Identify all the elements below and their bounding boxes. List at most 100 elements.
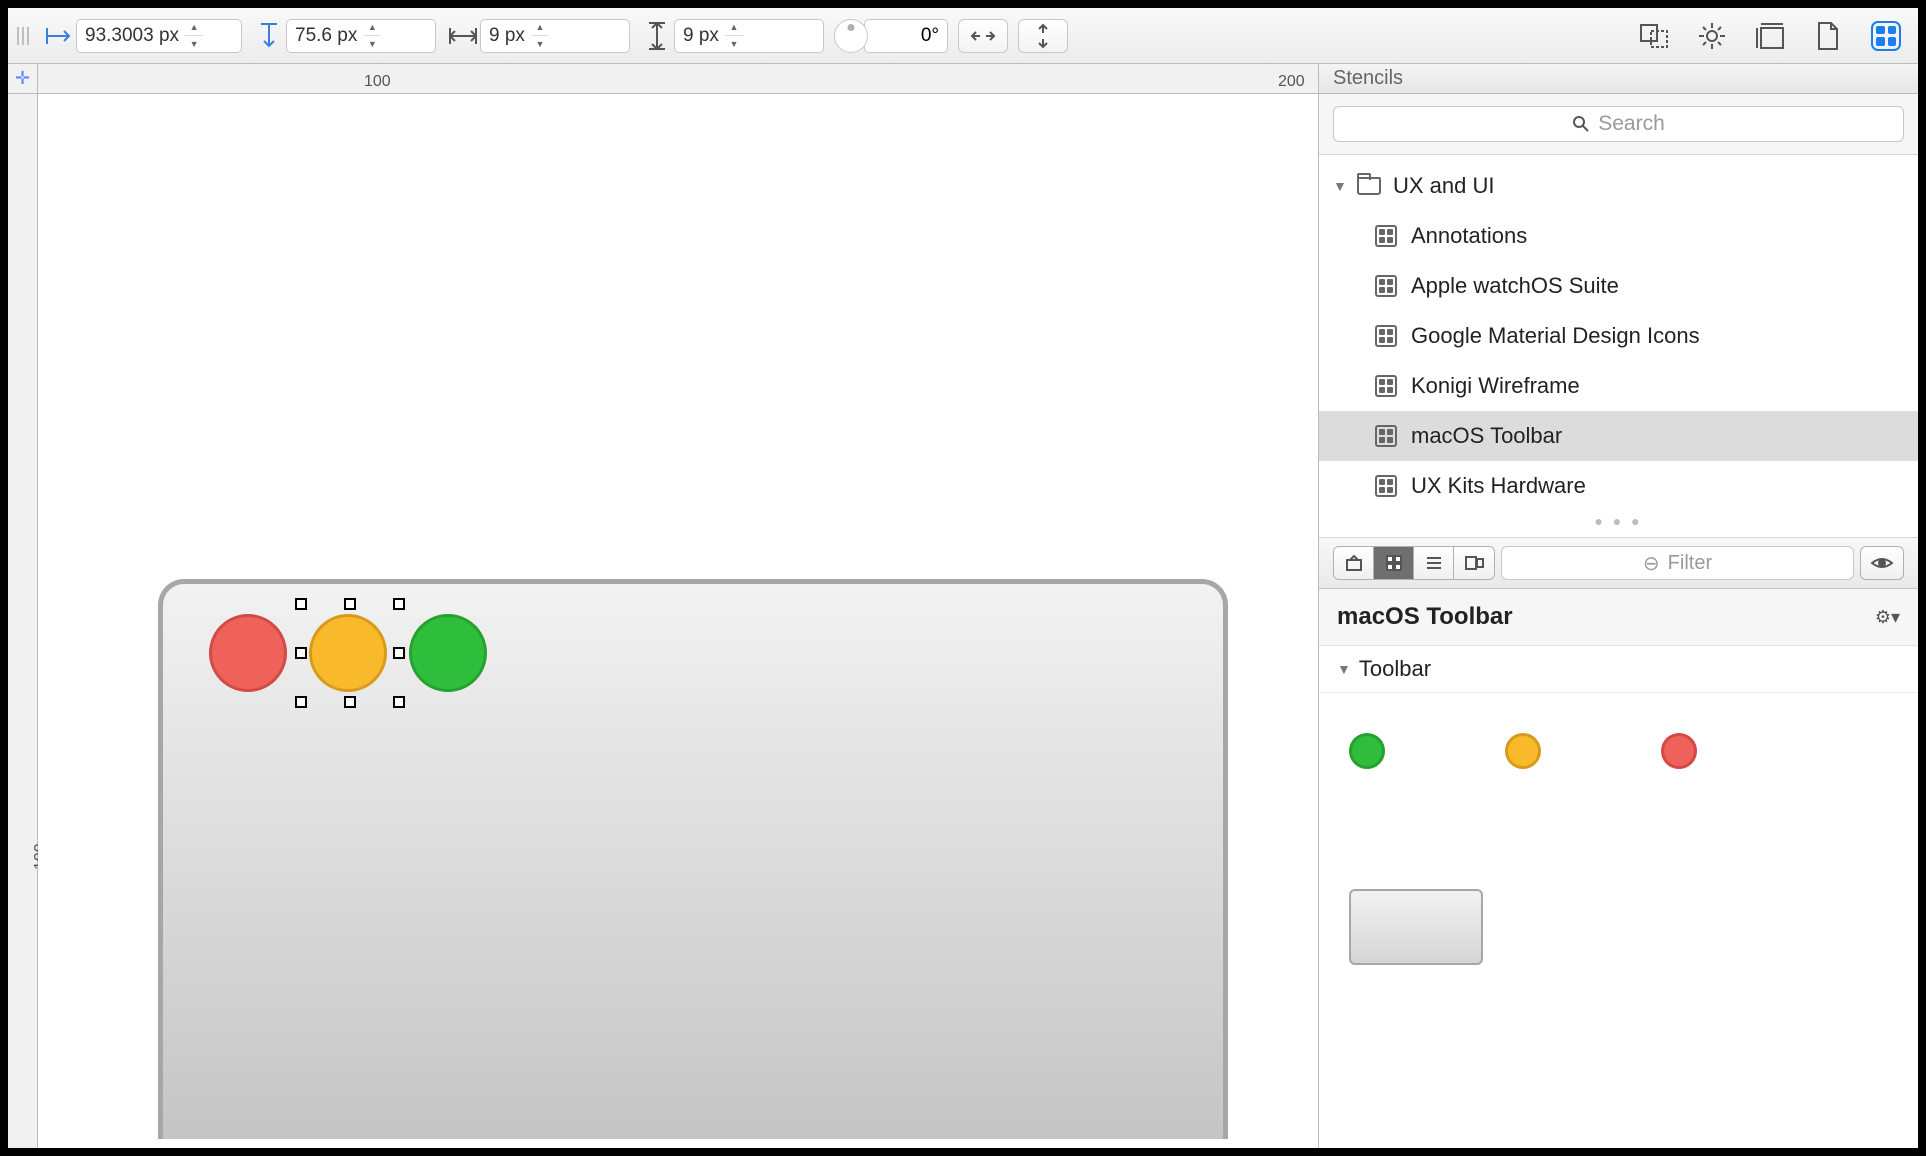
flip-vertical-button[interactable] <box>1018 19 1068 53</box>
view-list-button[interactable] <box>1414 547 1454 579</box>
stencil-red-circle[interactable] <box>1661 733 1697 769</box>
filter-icon: ⊖ <box>1643 551 1660 576</box>
selection-handles[interactable] <box>301 604 399 702</box>
x-input[interactable]: 93.3003 px ▲▼ <box>76 19 242 53</box>
resize-handle-e[interactable] <box>393 647 405 659</box>
x-arrow-icon <box>42 19 76 53</box>
canvas[interactable] <box>38 94 1318 1148</box>
tree-item[interactable]: Apple watchOS Suite <box>1319 261 1918 311</box>
stencil-settings-gear-icon[interactable]: ⚙︎▾ <box>1875 607 1900 628</box>
folder-icon <box>1357 177 1381 195</box>
horizontal-ruler[interactable]: 100 200 <box>38 64 1318 94</box>
height-stepper[interactable]: ▲▼ <box>725 20 743 52</box>
view-detail-button[interactable] <box>1454 547 1494 579</box>
stencil-toolbar-rect[interactable] <box>1349 889 1483 965</box>
resize-handle-nw[interactable] <box>295 598 307 610</box>
canvas-area: ✛ 100 200 100 <box>8 64 1318 1148</box>
rotation-value: 0° <box>921 25 939 47</box>
stencil-icon <box>1375 275 1397 297</box>
height-field: 9 px ▲▼ <box>640 19 824 53</box>
x-stepper[interactable]: ▲▼ <box>185 20 203 52</box>
stencil-section: ▼ Toolbar <box>1319 646 1918 1148</box>
properties-gear-icon[interactable] <box>1692 16 1732 56</box>
view-grid-button[interactable] <box>1374 547 1414 579</box>
preview-toggle-button[interactable] <box>1860 546 1904 580</box>
y-position-field: 75.6 px ▲▼ <box>252 19 436 53</box>
stencil-icon <box>1375 375 1397 397</box>
width-input[interactable]: 9 px ▲▼ <box>480 19 630 53</box>
y-stepper[interactable]: ▲▼ <box>363 20 381 52</box>
tree-item-label: Apple watchOS Suite <box>1411 273 1619 299</box>
zoom-traffic-light[interactable] <box>409 614 487 692</box>
resize-handle-s[interactable] <box>344 696 356 708</box>
resize-handle-se[interactable] <box>393 696 405 708</box>
stencil-green-circle[interactable] <box>1349 733 1385 769</box>
tree-folder-ux-ui[interactable]: ▼ UX and UI <box>1319 161 1918 211</box>
stencil-icon <box>1375 475 1397 497</box>
stencil-icon <box>1375 325 1397 347</box>
sidebar-title: Stencils <box>1319 64 1918 94</box>
stencil-icon <box>1375 425 1397 447</box>
vertical-ruler[interactable]: 100 <box>8 94 38 1148</box>
x-value: 93.3003 px <box>85 25 179 47</box>
height-icon <box>640 19 674 53</box>
tree-item-label: Google Material Design Icons <box>1411 323 1700 349</box>
y-arrow-icon <box>252 19 286 53</box>
stencils-grid-icon[interactable] <box>1866 16 1906 56</box>
tree-item[interactable]: Annotations <box>1319 211 1918 261</box>
tree-item[interactable]: UX Kits Hardware <box>1319 461 1918 511</box>
filter-placeholder: Filter <box>1668 552 1712 575</box>
tree-item[interactable]: Konigi Wireframe <box>1319 361 1918 411</box>
ruler-h-tick: 100 <box>364 73 391 91</box>
inspector-tabs <box>1634 16 1912 56</box>
width-icon <box>446 19 480 53</box>
disclosure-triangle-icon[interactable]: ▼ <box>1337 661 1351 677</box>
stencils-sidebar: Stencils Search ▼ UX and UI Annotations A… <box>1318 64 1918 1148</box>
resize-handle-w[interactable] <box>295 647 307 659</box>
tree-item-label: Konigi Wireframe <box>1411 373 1580 399</box>
y-value: 75.6 px <box>295 25 357 47</box>
stencil-title: macOS Toolbar <box>1337 603 1513 631</box>
resize-handle-sw[interactable] <box>295 696 307 708</box>
view-favorites-button[interactable] <box>1334 547 1374 579</box>
stencil-yellow-circle[interactable] <box>1505 733 1541 769</box>
close-traffic-light[interactable] <box>209 614 287 692</box>
rotation-input[interactable]: 0° <box>864 19 948 53</box>
y-input[interactable]: 75.6 px ▲▼ <box>286 19 436 53</box>
stencil-title-bar: macOS Toolbar ⚙︎▾ <box>1319 589 1918 646</box>
tree-item-label: macOS Toolbar <box>1411 423 1562 449</box>
tree-item[interactable]: Google Material Design Icons <box>1319 311 1918 361</box>
width-field: 9 px ▲▼ <box>446 19 630 53</box>
section-name: Toolbar <box>1359 656 1431 682</box>
disclosure-triangle-icon[interactable]: ▼ <box>1333 178 1351 194</box>
resize-handle-ne[interactable] <box>393 598 405 610</box>
stencil-icon <box>1375 225 1397 247</box>
stencil-filter-input[interactable]: ⊖ Filter <box>1501 546 1854 580</box>
view-mode-segment <box>1333 546 1495 580</box>
height-value: 9 px <box>683 25 719 47</box>
stencil-filter-bar: ⊖ Filter <box>1319 538 1918 589</box>
tree-item[interactable]: macOS Toolbar <box>1319 411 1918 461</box>
folder-label: UX and UI <box>1393 173 1495 199</box>
height-input[interactable]: 9 px ▲▼ <box>674 19 824 53</box>
tree-item-label: Annotations <box>1411 223 1527 249</box>
stencil-tree: ▼ UX and UI Annotations Apple watchOS Sui… <box>1319 155 1918 538</box>
flip-horizontal-button[interactable] <box>958 19 1008 53</box>
ruler-h-tick: 200 <box>1278 73 1305 91</box>
section-header[interactable]: ▼ Toolbar <box>1319 646 1918 693</box>
rotation-field: 0° <box>834 19 948 53</box>
width-stepper[interactable]: ▲▼ <box>531 20 549 52</box>
ruler-origin-icon[interactable]: ✛ <box>8 64 38 94</box>
toolbar-grip-icon[interactable] <box>14 27 32 45</box>
stencil-search-input[interactable]: Search <box>1333 106 1904 142</box>
rotation-dial[interactable] <box>834 19 868 53</box>
document-icon[interactable] <box>1808 16 1848 56</box>
canvas-size-icon[interactable] <box>1750 16 1790 56</box>
x-position-field: 93.3003 px ▲▼ <box>42 19 242 53</box>
geometry-toolbar: 93.3003 px ▲▼ 75.6 px ▲▼ 9 px ▲▼ <box>8 8 1918 64</box>
object-inspector-icon[interactable] <box>1634 16 1674 56</box>
search-placeholder: Search <box>1598 112 1665 136</box>
resize-handle-n[interactable] <box>344 598 356 610</box>
tree-resize-handle[interactable]: ● ● ● <box>1319 511 1918 531</box>
tree-item-label: UX Kits Hardware <box>1411 473 1586 499</box>
